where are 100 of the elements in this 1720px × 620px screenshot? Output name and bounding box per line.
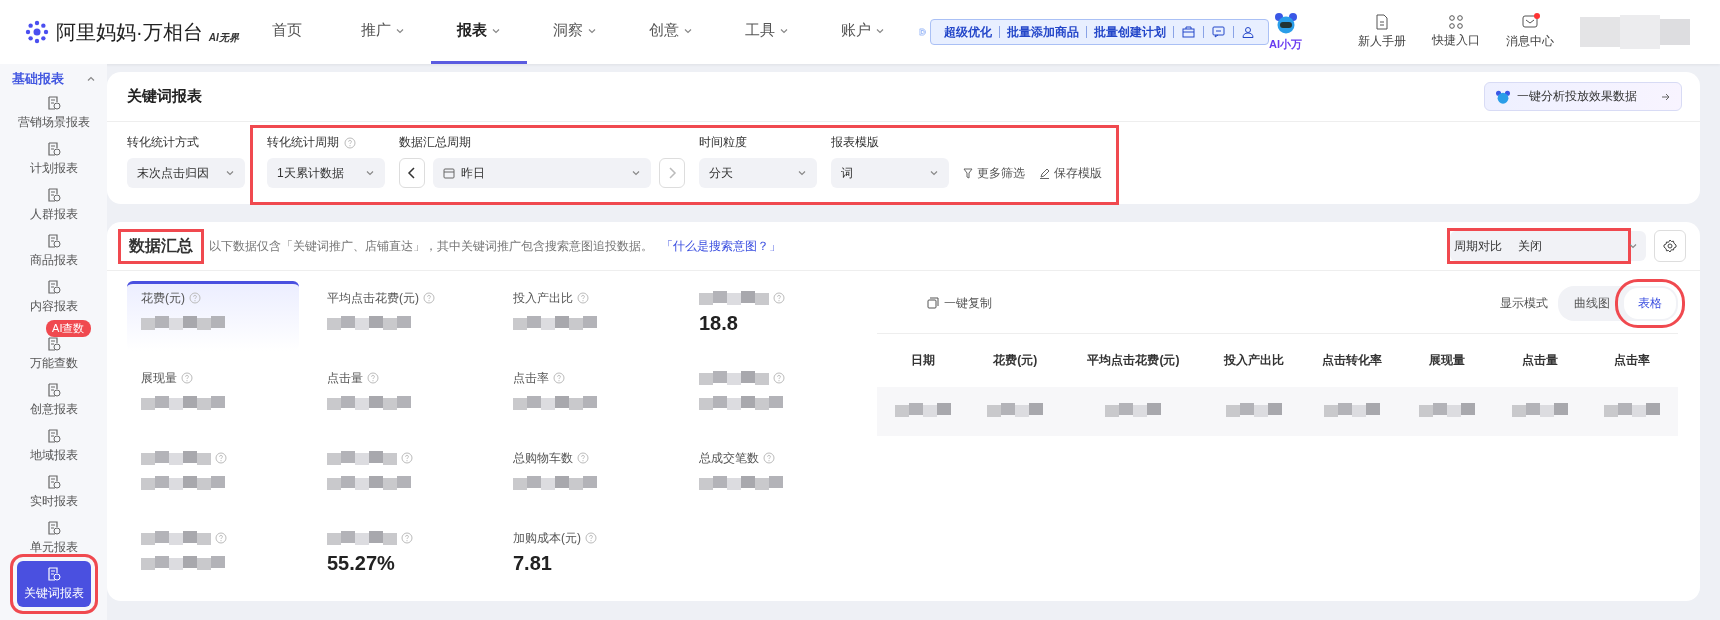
nav-tab[interactable]: 账户 <box>814 0 911 64</box>
logo-text: 阿里妈妈·万相台 <box>56 19 203 45</box>
dropdown-select[interactable]: 词 <box>831 158 949 188</box>
toolbar-link[interactable]: 更多筛选 <box>963 158 1025 188</box>
user-icon[interactable] <box>1242 26 1254 38</box>
toolbar-link[interactable]: 超级优化 <box>937 26 1000 38</box>
message-icon <box>1522 14 1538 30</box>
metric-value: 18.8 <box>699 311 738 335</box>
toolbar-link[interactable]: 保存模版 <box>1039 158 1102 188</box>
help-icon <box>577 292 589 304</box>
nav-tab[interactable]: 工具 <box>718 0 815 64</box>
pixelated-blur <box>1105 401 1162 419</box>
metric-card[interactable]: 总购物车数 <box>499 441 671 511</box>
header-action[interactable]: 消息中心 <box>1506 32 1554 50</box>
filter-label: 转化统计周期 <box>267 134 339 151</box>
sidebar-item[interactable]: 商品报表 <box>16 228 91 274</box>
page-title: 关键词报表 <box>127 87 202 106</box>
sidebar-item[interactable]: 营销场景报表 <box>16 90 91 136</box>
pixelated-blur <box>1603 401 1660 419</box>
metric-card[interactable]: 加购成本(元) 7.81 <box>499 521 671 591</box>
sidebar-item[interactable]: 创意报表 <box>16 377 91 423</box>
nav-tab[interactable]: 报表 <box>430 0 527 64</box>
grid-icon <box>1449 15 1463 29</box>
help-icon <box>344 136 356 149</box>
assistant-label[interactable]: AI小万 <box>1269 37 1302 52</box>
pixelated-blur <box>141 449 211 467</box>
metric-card[interactable]: 投入产出比 <box>499 281 671 351</box>
report-icon <box>46 382 61 398</box>
copy-icon <box>927 297 939 309</box>
sidebar-item[interactable]: 实时报表 <box>16 469 91 515</box>
metric-label: 平均点击花费(元) <box>327 289 419 307</box>
pixelated-blur <box>1419 401 1476 419</box>
dropdown-select[interactable]: 末次点击归因 <box>127 158 245 188</box>
pixelated-blur <box>1226 401 1283 419</box>
chat-icon[interactable] <box>1212 26 1225 38</box>
sidebar-item[interactable]: 人群报表 <box>16 182 91 228</box>
copy-button[interactable]: 一键复制 <box>944 294 992 312</box>
sidebar-heading[interactable]: 基础报表 <box>11 70 64 88</box>
toolbar-link[interactable]: 批量创建计划 <box>1087 26 1174 38</box>
ai-badge: AI查数 <box>46 320 91 337</box>
date-select[interactable]: 昨日 <box>433 158 651 188</box>
metric-card[interactable]: 总成交笔数 <box>685 441 857 511</box>
section-title: 数据汇总 <box>121 231 201 261</box>
robot-mascot-icon <box>1495 89 1511 104</box>
briefcase-icon[interactable] <box>1182 26 1195 38</box>
sidebar-item[interactable]: 内容报表 <box>16 274 91 320</box>
analyze-button[interactable]: 一键分析投放效果数据 <box>1484 82 1682 111</box>
help-icon <box>585 532 597 544</box>
previous-button[interactable] <box>399 158 425 188</box>
dropdown-select[interactable]: 1天累计数据 <box>267 158 385 188</box>
report-icon <box>46 187 61 203</box>
robot-mascot-icon[interactable] <box>1273 12 1298 34</box>
sidebar-item[interactable]: 地域报表 <box>16 423 91 469</box>
calendar-icon <box>443 167 455 179</box>
document-icon <box>1375 14 1389 30</box>
help-icon <box>401 452 413 464</box>
metric-card[interactable]: 点击率 <box>499 361 671 431</box>
nav-tab[interactable]: 推广 <box>334 0 431 64</box>
metric-value: 7.81 <box>513 551 552 575</box>
metric-card[interactable]: 55.27% <box>313 521 485 591</box>
mode-tab[interactable]: 曲线图 <box>1560 287 1624 319</box>
metric-label: 展现量 <box>141 369 177 387</box>
header-action[interactable]: 新人手册 <box>1358 33 1406 50</box>
chevron-down-icon <box>225 168 235 178</box>
help-link[interactable]: 「什么是搜索意图？」 <box>661 237 781 255</box>
sidebar-item[interactable]: AI查数 万能查数 <box>16 320 91 377</box>
notification-dot <box>1534 12 1540 19</box>
toolbar-link[interactable]: 批量添加商品 <box>1000 26 1087 38</box>
report-icon <box>46 233 61 249</box>
logo-tag: AI无界 <box>208 30 239 45</box>
metric-label: 总购物车数 <box>513 449 573 467</box>
pixelated-blur <box>699 369 769 387</box>
pixelated-blur <box>1511 401 1568 419</box>
metric-label: 加购成本(元) <box>513 529 581 547</box>
settings-button[interactable] <box>1654 230 1686 262</box>
report-icon <box>46 279 61 295</box>
chevron-left-icon <box>407 167 417 179</box>
metric-label: 总成交笔数 <box>699 449 759 467</box>
metric-card[interactable]: 点击量 <box>313 361 485 431</box>
sidebar-item[interactable]: 单元报表 <box>16 515 91 561</box>
metric-card[interactable]: 18.8 <box>685 281 857 351</box>
report-icon <box>46 520 61 536</box>
chevron-up-icon[interactable] <box>85 74 96 84</box>
report-icon <box>46 336 61 352</box>
metric-value: 55.27% <box>327 551 395 575</box>
metric-card[interactable]: 平均点击花费(元) <box>313 281 485 351</box>
filter-label: 转化统计方式 <box>127 134 199 151</box>
nav-tab[interactable]: 创意 <box>622 0 719 64</box>
help-icon <box>763 452 775 464</box>
sidebar-item[interactable]: 计划报表 <box>16 136 91 182</box>
nav-tab[interactable]: 首页 <box>238 0 335 64</box>
report-icon <box>46 566 61 582</box>
header-action[interactable]: 快捷入口 <box>1432 32 1480 49</box>
help-icon <box>215 532 227 544</box>
metric-card[interactable]: 展现量 <box>127 361 299 431</box>
dropdown-select[interactable]: 分天 <box>699 158 817 188</box>
pixelated-blur <box>327 449 397 467</box>
nav-tab[interactable]: 洞察 <box>526 0 623 64</box>
logo-icon <box>24 19 50 45</box>
compare-select[interactable]: 关闭 <box>1508 234 1624 258</box>
